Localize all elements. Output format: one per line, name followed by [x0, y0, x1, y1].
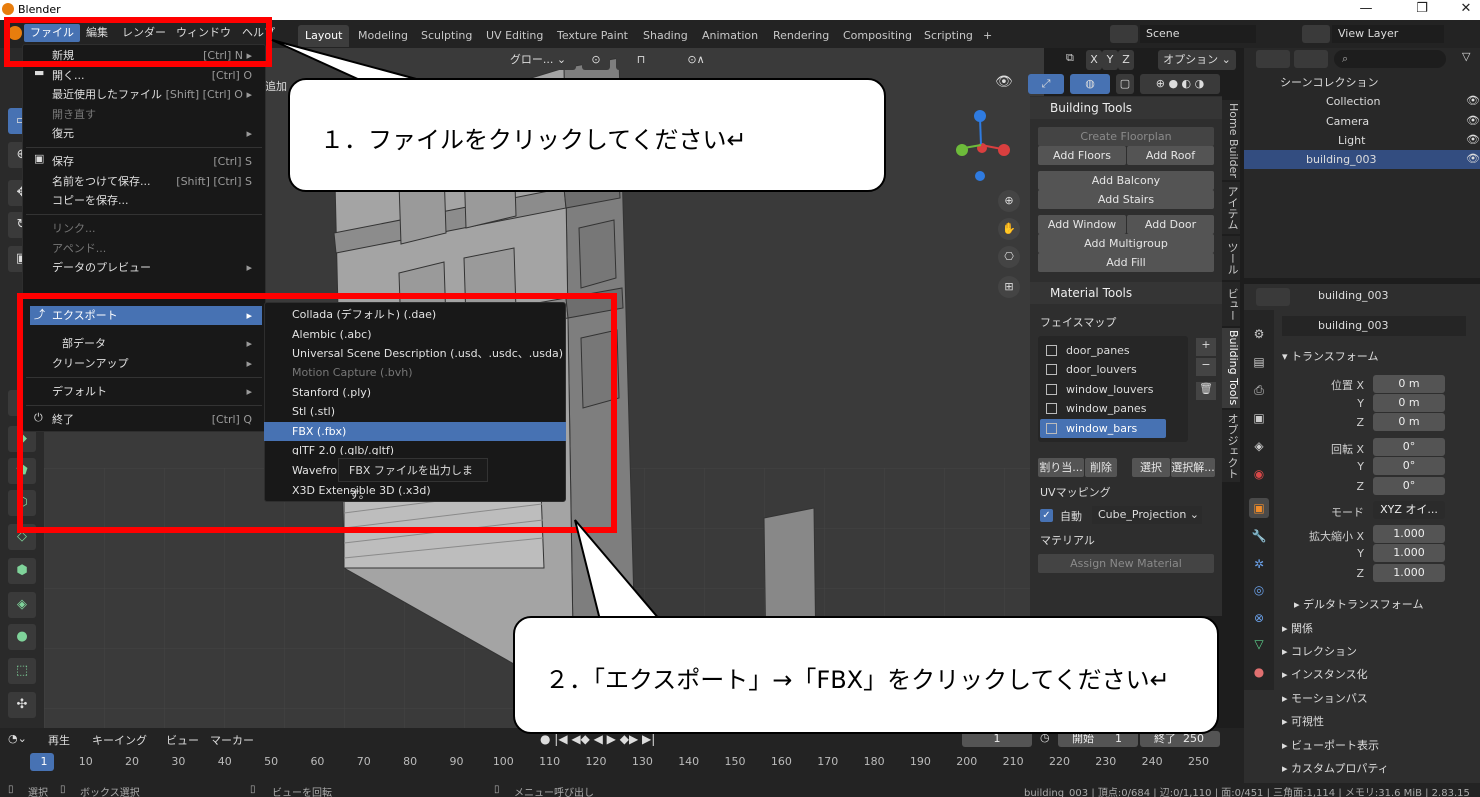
- callout-step1: １．ファイルをクリックしてください↵: [288, 78, 886, 192]
- step2-text: ２．「エクスポート」→「FBX」をクリックしてください↵: [545, 666, 1170, 694]
- step1-text: １．ファイルをクリックしてください↵: [320, 126, 747, 154]
- callout-step2: ２．「エクスポート」→「FBX」をクリックしてください↵: [513, 616, 1219, 734]
